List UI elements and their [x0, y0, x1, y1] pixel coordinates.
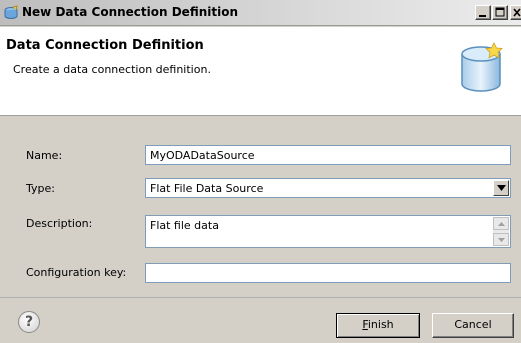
- type-select[interactable]: Flat File Data Source: [145, 178, 511, 198]
- finish-button[interactable]: Finish: [336, 313, 420, 338]
- database-wizard-icon: [4, 5, 18, 19]
- description-label: Description:: [26, 217, 93, 230]
- header-subtitle: Create a data connection definition.: [13, 63, 211, 76]
- description-text: Flat file data: [150, 219, 219, 232]
- type-select-value: Flat File Data Source: [150, 182, 264, 195]
- configuration-key-label: Configuration key:: [26, 266, 127, 279]
- window-title: New Data Connection Definition: [22, 5, 239, 19]
- configuration-key-field[interactable]: [145, 263, 511, 283]
- maximize-button[interactable]: [492, 5, 508, 20]
- chevron-down-icon: [497, 185, 506, 191]
- arrow-down-icon: [498, 238, 505, 242]
- name-field[interactable]: MyODADataSource: [145, 145, 511, 165]
- dropdown-button[interactable]: [493, 180, 509, 196]
- description-scrollbar[interactable]: [493, 217, 509, 246]
- type-label: Type:: [26, 182, 55, 195]
- header-title: Data Connection Definition: [6, 38, 204, 53]
- dialog-header: Data Connection Definition Create a data…: [0, 27, 521, 116]
- dialog-window: New Data Connection Definition Data Conn…: [0, 0, 521, 343]
- name-label: Name:: [26, 149, 63, 162]
- close-button[interactable]: [510, 5, 521, 20]
- scroll-down-button[interactable]: [493, 233, 509, 246]
- database-cylinder-icon: [461, 42, 503, 92]
- scroll-up-button[interactable]: [493, 217, 509, 230]
- footer-divider: [0, 297, 521, 298]
- description-field[interactable]: Flat file data: [145, 215, 511, 248]
- minimize-button[interactable]: [475, 5, 491, 20]
- arrow-up-icon: [498, 222, 505, 226]
- finish-label: inish: [367, 318, 394, 331]
- title-bar[interactable]: New Data Connection Definition: [0, 0, 521, 26]
- cancel-button[interactable]: Cancel: [432, 313, 514, 338]
- help-icon[interactable]: ?: [18, 311, 40, 333]
